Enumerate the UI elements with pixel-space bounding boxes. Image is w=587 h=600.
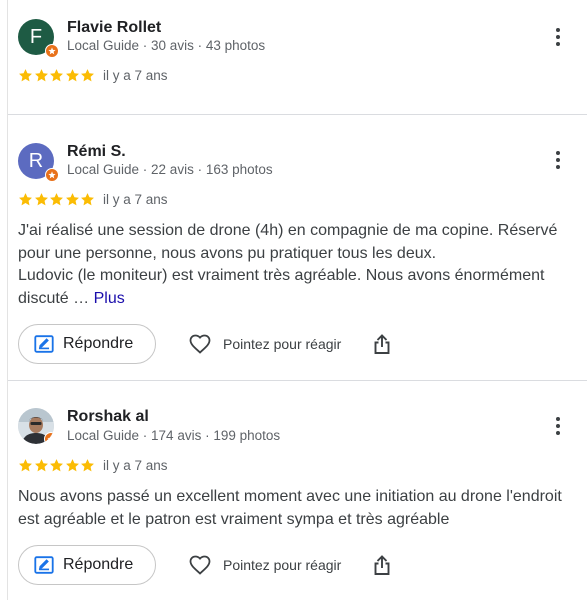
local-guide-badge-icon — [45, 44, 59, 58]
reply-button[interactable]: Répondre — [18, 545, 156, 585]
star-icon — [34, 193, 48, 206]
star-icon — [65, 193, 79, 206]
review-date: il y a 7 ans — [103, 68, 168, 83]
react-label: Pointez pour réagir — [223, 336, 342, 352]
react-button[interactable]: Pointez pour réagir — [188, 545, 341, 585]
reviewer-meta[interactable]: Local Guide · 30 avis · 43 photos — [67, 38, 265, 53]
more-options-icon[interactable] — [546, 25, 570, 49]
star-icon — [81, 459, 94, 472]
reviewer-meta[interactable]: Local Guide · 22 avis · 163 photos — [67, 162, 273, 177]
divider — [8, 380, 587, 381]
star-icon — [81, 193, 94, 206]
review-date: il y a 7 ans — [103, 458, 168, 473]
avatar[interactable]: R — [18, 143, 59, 182]
local-guide-badge-icon — [45, 168, 59, 182]
local-guide-badge-icon — [44, 432, 54, 444]
reply-edit-icon — [34, 556, 54, 574]
divider — [8, 114, 587, 115]
avatar-initial: R — [28, 149, 44, 172]
star-icon — [50, 459, 63, 472]
react-button[interactable]: Pointez pour réagir — [188, 324, 341, 364]
avatar[interactable] — [18, 408, 54, 444]
reviewer-name[interactable]: Flavie Rollet — [67, 19, 161, 37]
review-text: J'ai réalisé une session de drone (4h) e… — [18, 220, 567, 310]
star-icon — [34, 69, 48, 82]
heart-icon — [189, 334, 211, 354]
star-icon — [65, 459, 79, 472]
share-icon[interactable] — [370, 332, 394, 356]
star-icon — [50, 193, 63, 206]
more-options-icon[interactable] — [546, 148, 570, 172]
heart-icon — [189, 555, 211, 575]
star-icon — [81, 69, 94, 82]
reviewer-name[interactable]: Rémi S. — [67, 143, 126, 161]
avatar-initial: F — [29, 25, 43, 48]
reviewer-name[interactable]: Rorshak al — [67, 408, 149, 426]
review-date: il y a 7 ans — [103, 192, 168, 207]
reviewer-meta[interactable]: Local Guide · 174 avis · 199 photos — [67, 428, 280, 443]
more-options-icon[interactable] — [546, 414, 570, 438]
reply-label: Répondre — [63, 556, 134, 573]
avatar[interactable]: F — [18, 19, 59, 58]
reply-edit-icon — [34, 335, 54, 353]
star-rating — [18, 192, 96, 208]
share-icon[interactable] — [370, 553, 394, 577]
star-rating — [18, 68, 96, 84]
react-label: Pointez pour réagir — [223, 557, 342, 573]
review-text-line: J'ai réalisé une session de drone (4h) e… — [18, 222, 558, 262]
star-icon — [50, 69, 63, 82]
reply-label: Répondre — [63, 335, 134, 352]
star-icon — [19, 459, 32, 472]
page-left-border — [0, 0, 8, 600]
star-rating — [18, 458, 96, 474]
reply-button[interactable]: Répondre — [18, 324, 156, 364]
star-icon — [19, 193, 32, 206]
star-icon — [19, 69, 32, 82]
star-icon — [34, 459, 48, 472]
read-more-link[interactable]: Plus — [94, 290, 125, 307]
star-icon — [65, 69, 79, 82]
review-text: Nous avons passé un excellent moment ave… — [18, 488, 562, 528]
